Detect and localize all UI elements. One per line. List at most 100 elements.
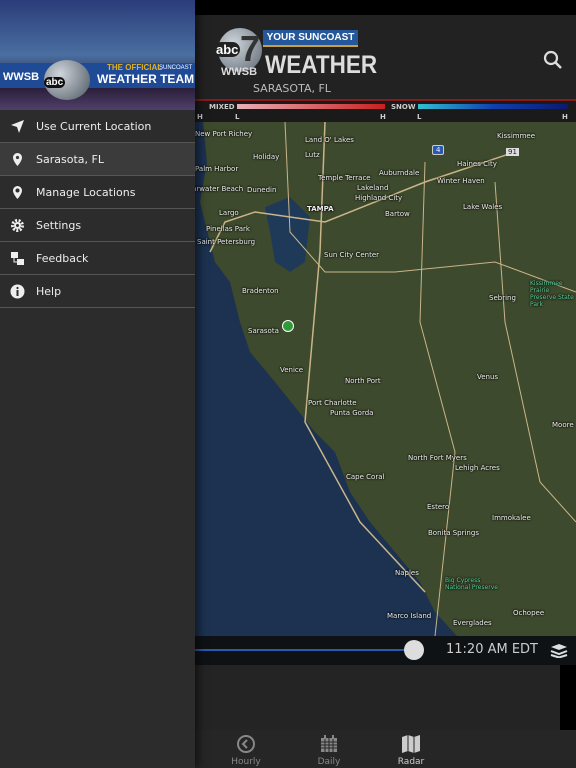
menu-label: Manage Locations <box>36 186 136 199</box>
map-label: Bradenton <box>242 287 279 295</box>
navigation-drawer: WWSB abc THE OFFICIAL SUNCOAST WEATHER T… <box>0 0 195 768</box>
map-label: Lake Wales <box>463 203 503 211</box>
legend-snow: SNOW <box>391 103 416 111</box>
map-label: Immokalee <box>492 514 531 522</box>
current-location[interactable]: SARASOTA, FL <box>253 82 331 95</box>
clock-back-icon <box>237 735 255 753</box>
weather-team-banner: WWSB abc THE OFFICIAL SUNCOAST WEATHER T… <box>0 0 195 110</box>
map-label: Lehigh Acres <box>455 464 500 472</box>
menu-use-current-location[interactable]: Use Current Location <box>0 110 195 143</box>
menu-settings[interactable]: Settings <box>0 209 195 242</box>
map-label: Lutz <box>305 151 320 159</box>
location-arrow-icon <box>11 120 24 133</box>
map-label: Pinellas Park <box>206 225 250 233</box>
tab-label: Hourly <box>231 757 261 767</box>
legend-low: L <box>235 113 240 121</box>
map-label: Lakeland <box>357 184 389 192</box>
radar-map[interactable]: New Port Richey Land O' Lakes Holiday Lu… <box>195 122 576 636</box>
map-label: New Port Richey <box>195 130 253 138</box>
highway-shield: 91 <box>506 148 519 156</box>
map-label: Marco Island <box>387 612 432 620</box>
tab-daily[interactable]: Daily <box>304 734 354 767</box>
map-label: Cape Coral <box>346 473 385 481</box>
tab-radar[interactable]: Radar <box>386 734 436 767</box>
map-label: Temple Terrace <box>318 174 371 182</box>
map-label: Sarasota <box>248 327 279 335</box>
tab-label: Daily <box>317 757 341 767</box>
map-label: Ochopee <box>513 609 545 617</box>
menu-location-sarasota[interactable]: Sarasota, FL <box>0 143 195 176</box>
map-label: Bartow <box>385 210 410 218</box>
network-logo-text: abc <box>214 42 241 57</box>
map-label: Sun City Center <box>324 251 380 259</box>
map-label: Port Charlotte <box>308 399 357 407</box>
tab-label: Radar <box>397 757 425 767</box>
map-label: Kissimmee <box>497 132 536 140</box>
map-label: Venus <box>477 373 499 381</box>
map-label: North Fort Myers <box>408 454 467 462</box>
gear-icon <box>11 219 24 232</box>
layers-icon[interactable] <box>550 643 568 658</box>
map-label: Palm Harbor <box>195 165 239 173</box>
banner-network: abc <box>44 77 66 88</box>
map-label: Land O' Lakes <box>305 136 354 144</box>
banner-official: THE OFFICIAL <box>107 63 163 72</box>
map-label: Estero <box>427 503 450 511</box>
app-header: abc 7 YOUR SUNCOAST WWSB WEATHER SARASOTA… <box>195 15 576 101</box>
radar-timeline[interactable]: 11:20 AM EDT <box>195 636 576 665</box>
menu-help[interactable]: Help <box>0 275 195 308</box>
legend-mixed: MIXED <box>209 103 235 111</box>
map-label: Naples <box>395 569 419 577</box>
tab-hourly[interactable]: Hourly <box>221 734 271 767</box>
station-name: WWSB <box>221 66 258 78</box>
manage-pin-icon <box>13 186 22 199</box>
map-label: Saint Petersburg <box>197 238 256 246</box>
search-icon[interactable] <box>543 50 563 70</box>
map-label: Everglades <box>453 619 492 627</box>
map-label: Punta Gorda <box>330 409 374 417</box>
timeline-handle[interactable] <box>404 640 425 660</box>
precip-legend: MIXED SNOW H L H L H <box>195 101 576 122</box>
map-label: Largo <box>219 209 239 217</box>
map-label: TAMPA <box>307 205 334 213</box>
app-title: WEATHER <box>265 51 378 79</box>
legend-high: H <box>197 113 203 121</box>
map-pin-icon <box>13 153 22 166</box>
banner-team: WEATHER TEAM <box>97 72 195 86</box>
legend-high: H <box>380 113 386 121</box>
map-label: Highland City <box>355 194 403 202</box>
map-label: North Port <box>345 377 381 385</box>
map-label: Venice <box>280 366 304 374</box>
menu-feedback[interactable]: Feedback <box>0 242 195 275</box>
map-label: Auburndale <box>379 169 420 177</box>
menu-label: Use Current Location <box>36 120 152 133</box>
map-label: Haines City <box>457 160 497 168</box>
map-label: Big Cypress National Preserve <box>445 577 498 591</box>
menu-label: Feedback <box>36 252 89 265</box>
mixed-scale <box>237 104 385 109</box>
channel-number: 7 <box>240 28 261 69</box>
map-label: Kissimmee Prairie Preserve State Park <box>530 280 574 308</box>
timeline-time: 11:20 AM EDT <box>446 642 539 657</box>
map-icon <box>402 735 420 753</box>
menu-manage-locations[interactable]: Manage Locations <box>0 176 195 209</box>
map-label: Winter Haven <box>437 177 485 185</box>
location-marker[interactable] <box>282 320 294 332</box>
menu-label: Settings <box>36 219 82 232</box>
map-label: Sebring <box>489 294 516 302</box>
snow-scale <box>418 104 568 109</box>
banner-station: WWSB <box>3 71 40 83</box>
menu-label: Help <box>36 285 62 298</box>
map-label: Bonita Springs <box>428 529 479 537</box>
menu-label: Sarasota, FL <box>36 153 104 166</box>
legend-high: H <box>562 113 568 121</box>
calendar-icon <box>321 735 337 752</box>
map-label: Clearwater Beach <box>195 185 244 193</box>
legend-low: L <box>417 113 422 121</box>
content-area <box>195 665 576 730</box>
map-label: Dunedin <box>247 186 277 194</box>
interstate-shield: 4 <box>432 145 445 155</box>
timeline-progress <box>195 649 415 651</box>
tab-bar: Hourly Daily Radar <box>195 730 576 768</box>
feedback-icon <box>11 252 24 265</box>
